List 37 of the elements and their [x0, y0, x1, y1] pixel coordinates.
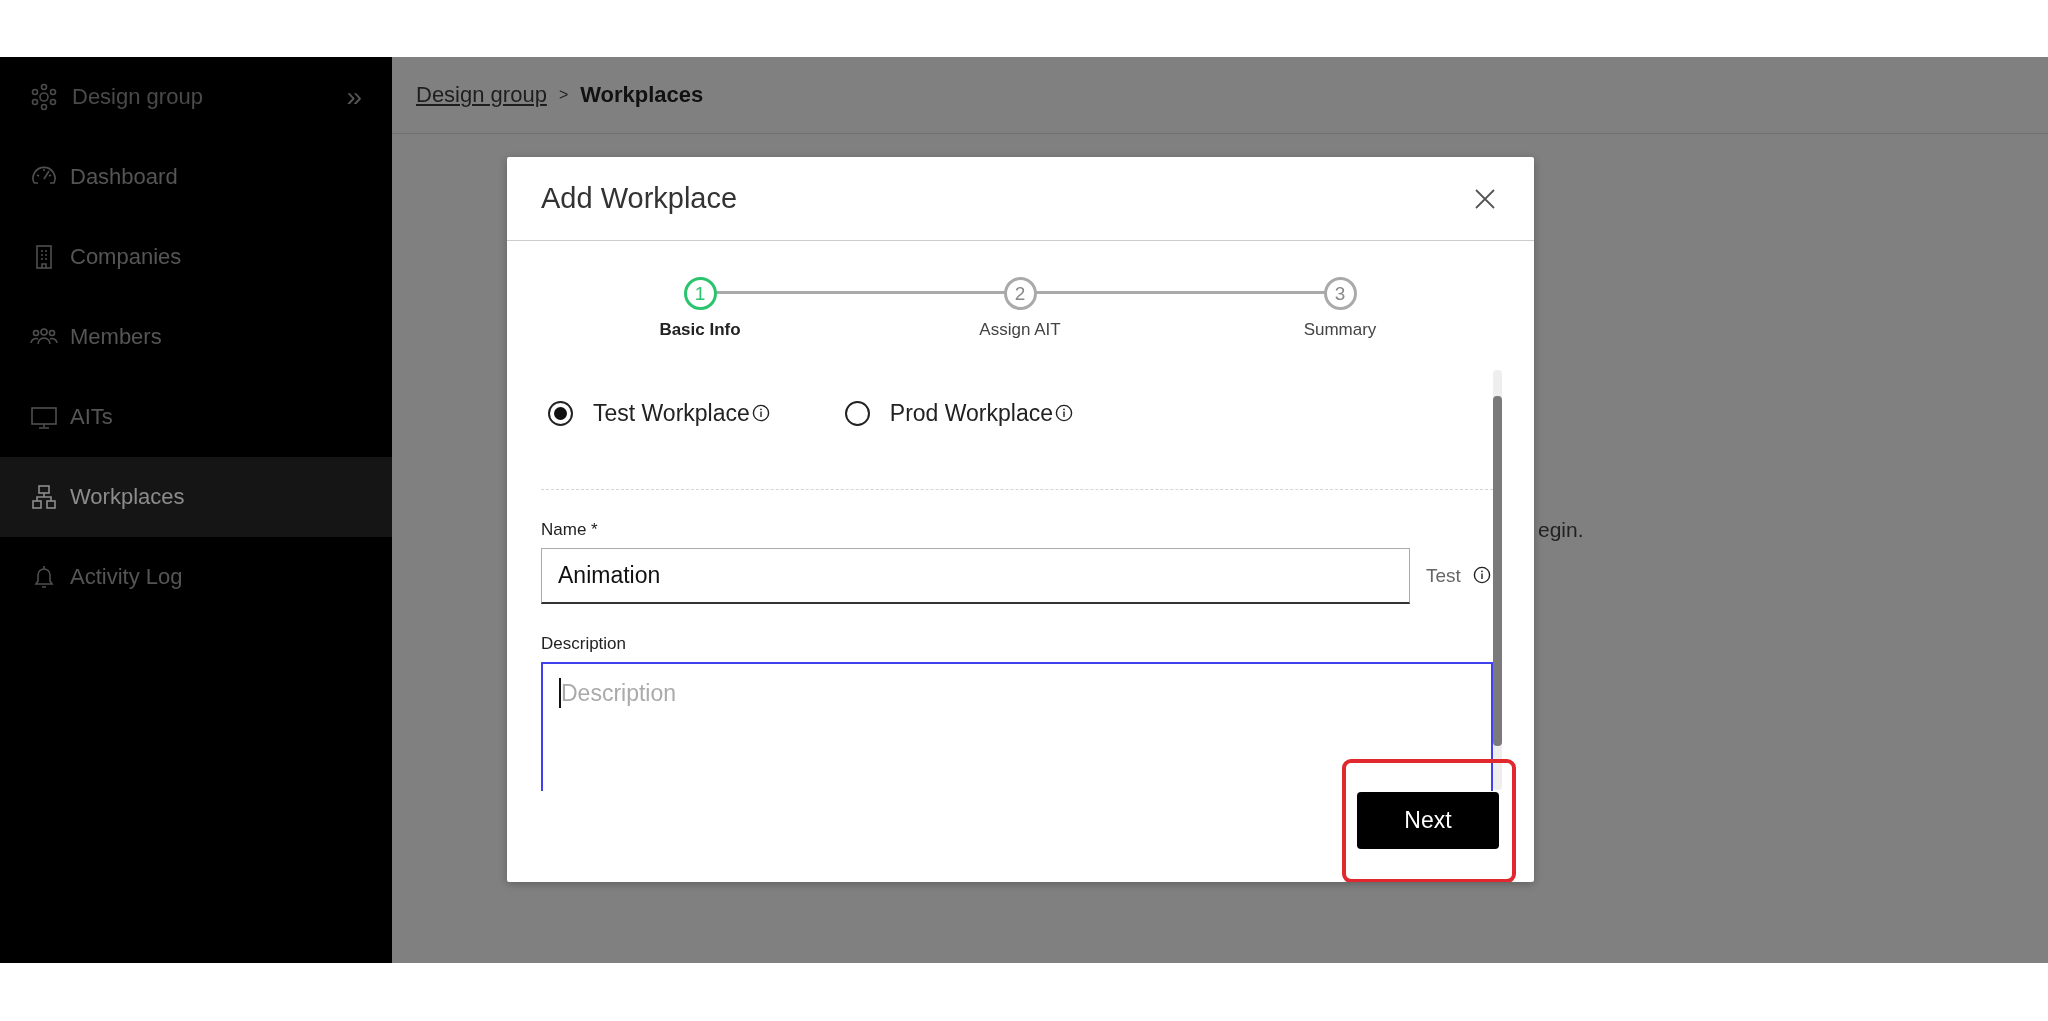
scrollbar-thumb[interactable] — [1493, 396, 1502, 746]
info-icon — [751, 404, 770, 422]
breadcrumb-link[interactable]: Design group — [416, 82, 547, 108]
close-icon — [1474, 187, 1496, 210]
sidebar-item[interactable]: Members — [0, 297, 392, 377]
empty-state-text: egin. — [1538, 518, 1584, 542]
radio-label[interactable]: Test Workplace — [593, 399, 750, 427]
sidebar-item[interactable]: Dashboard — [0, 137, 392, 217]
sidebar-item[interactable]: Activity Log — [0, 537, 392, 617]
info-icon — [1472, 566, 1491, 584]
network-icon — [30, 483, 58, 511]
next-button[interactable]: Next — [1357, 792, 1499, 849]
step-circle[interactable]: 3 — [1323, 277, 1357, 310]
radio-button[interactable] — [844, 400, 870, 426]
group-title: Design group — [72, 84, 204, 110]
collapse-button[interactable]: » — [346, 81, 362, 113]
step-label: Assign AIT — [979, 320, 1061, 340]
text-cursor — [559, 678, 561, 708]
step-label: Basic Info — [659, 320, 741, 340]
breadcrumb-separator: > — [558, 86, 569, 104]
breadcrumb-current: Workplaces — [580, 82, 704, 108]
step-label: Summary — [1303, 320, 1377, 340]
field-label: Name * — [541, 520, 599, 540]
sidebar-item[interactable]: AITs — [0, 377, 392, 457]
hub-icon — [30, 83, 58, 111]
step-circle[interactable]: 2 — [1003, 277, 1037, 310]
info-icon — [1055, 404, 1073, 422]
radio-label[interactable]: Prod Workplace — [889, 399, 1053, 427]
sidebar-item[interactable]: Companies — [0, 217, 392, 297]
step-circle[interactable]: 1 — [683, 277, 717, 310]
radio-button[interactable] — [548, 400, 573, 426]
name-field[interactable]: Animation — [541, 548, 1410, 604]
field-label: Description — [541, 634, 628, 654]
close-button[interactable] — [1474, 187, 1496, 210]
dialog-title: Add Workplace — [541, 182, 738, 215]
sidebar-item[interactable]: Workplaces — [0, 457, 392, 537]
field-note: Test — [1426, 565, 1461, 587]
